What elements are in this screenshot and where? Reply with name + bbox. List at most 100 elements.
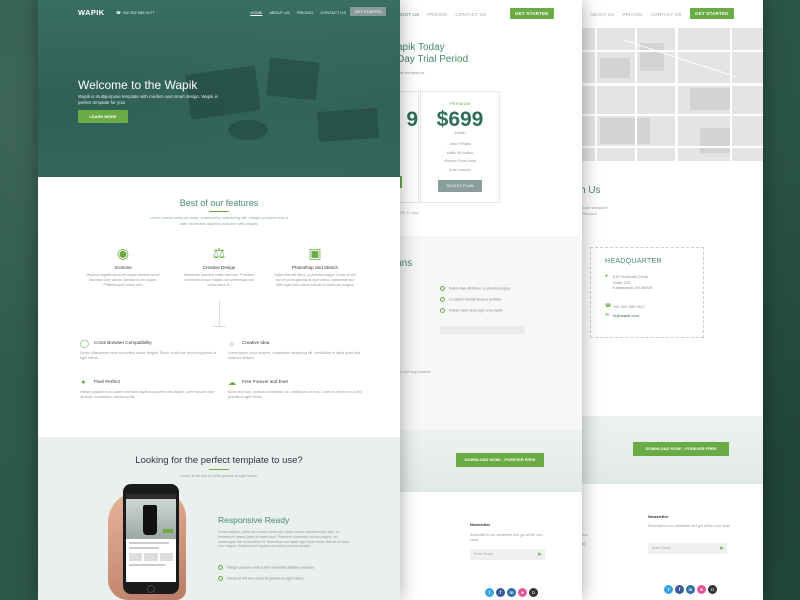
phone-icon: ☎ (605, 303, 612, 309)
plans-item-text: Nullam quis risus eget urna mollis (449, 308, 503, 313)
home-button (147, 585, 155, 593)
responsive-item-text: Donec id elit non mi porta gravida at eg… (227, 576, 305, 581)
logo[interactable]: WAPIK (78, 8, 105, 17)
contact-title: h Us (580, 185, 601, 196)
newsletter-text: Subscribe to our newsletter and get all … (648, 524, 730, 528)
magic-wand-icon: ✦ (80, 378, 87, 387)
download-button[interactable]: DOWNLOAD NOW! - FOREVER FREE (456, 453, 544, 467)
title-divider (209, 469, 229, 470)
hero-section: WAPIK ☎ +62 202 555 0177 HOME ABOUT US P… (38, 0, 400, 177)
check-circle-icon (218, 565, 223, 570)
email-placeholder: Enter Email (474, 552, 493, 556)
free-trial-note: REE 14 days (398, 211, 419, 215)
cloud-download-icon: ☁ (228, 378, 236, 387)
dribbble-icon[interactable]: ● (697, 585, 706, 594)
facebook-icon[interactable]: f (496, 588, 505, 597)
nav-link-contact[interactable]: CONTACT US (320, 10, 346, 15)
flask-icon: ⚖ (212, 245, 226, 261)
mail-icon: ✉ (605, 312, 610, 318)
check-circle-icon (440, 297, 445, 302)
twitter-icon[interactable]: t (485, 588, 494, 597)
responsive-text: Fusce dapibus, tellus ac cursus commodo,… (218, 530, 350, 549)
feature-desc: Morbi leo risus, porta ac consectetur ac… (228, 390, 362, 399)
divider (212, 326, 226, 327)
feature-desc: Lorem ipsum dolor sit amet, consectetur … (228, 351, 361, 360)
feature-column: ⚖ Creative Design Maecenas faucibus moll… (178, 246, 260, 287)
nav-link-about[interactable]: ABOUT US (269, 10, 289, 15)
title-divider (209, 211, 229, 212)
address-row: ● 610 Overlook Circle Suite 323 Kalamazo… (605, 273, 652, 291)
newsletter-title: Newsletter (648, 514, 669, 519)
send-icon[interactable]: ➤ (719, 545, 724, 552)
phone-mockup (123, 484, 179, 594)
get-started-button[interactable]: GET STARTED (510, 8, 554, 19)
get-started-button[interactable]: GET STARTED (690, 8, 734, 19)
nav-link-about[interactable]: ABOUT US (590, 12, 615, 17)
feature-name: Cross Browser Compatibility (94, 340, 152, 345)
responsive-title: Responsive Ready (218, 515, 290, 525)
nav-bar: US ABOUT US PRICING CONTACT US GET START… (380, 8, 582, 20)
cta-title: Looking for the perfect template to use? (135, 455, 303, 466)
select-plan-button[interactable]: SELECT PLAN (438, 180, 482, 193)
feature-name: Pixel Perfect (94, 379, 120, 384)
phone-number: ☎ +62 202 555 0177 (116, 10, 155, 15)
responsive-item: Donec id elit non mi porta gravida at eg… (218, 576, 304, 581)
nav-link-pricing[interactable]: PRICING (297, 10, 314, 15)
email-row: ✉ hi@wapik.com (605, 312, 639, 319)
pricing-title-line: Day Trial Period (397, 54, 469, 65)
dribbble-icon[interactable]: ● (518, 588, 527, 597)
instagram-icon[interactable]: ◘ (529, 588, 538, 597)
download-button[interactable]: DOWNLOAD NOW! - FOREVER FREE (633, 442, 729, 456)
twitter-icon[interactable]: t (664, 585, 673, 594)
send-icon[interactable]: ➤ (537, 551, 542, 558)
newsletter-title: Newsletter (470, 522, 491, 527)
plan-price: 9 (406, 108, 418, 131)
plans-item-text: Nulla vitae elit libero, a pharetra augu… (449, 286, 511, 291)
plans-input-field[interactable] (440, 326, 525, 334)
nav-link-contact[interactable]: CONTACT US (651, 12, 682, 17)
feature-name: Iconions (114, 265, 132, 270)
plans-item: Nulla vitae elit libero, a pharetra augu… (440, 286, 511, 291)
newsletter-email-input[interactable]: Enter Email ➤ (470, 549, 545, 560)
newsletter-email-input[interactable]: Enter Email ➤ (648, 543, 727, 554)
feature-column: ▣ Photoshop and Sketch Nulla vitae elit … (274, 246, 356, 287)
plan-label: PREMIUM (449, 101, 471, 106)
lightbulb-icon: ☼ (228, 339, 236, 348)
check-circle-icon (440, 286, 445, 291)
linkedin-icon[interactable]: in (686, 585, 695, 594)
feature-name: Creative Idea (242, 340, 270, 345)
plan-price: $699 (436, 108, 484, 131)
location-map[interactable] (580, 28, 763, 161)
headquarter-card: HEADQUARTER ● 610 Overlook Circle Suite … (590, 247, 704, 338)
divider (219, 300, 220, 327)
instagram-icon[interactable]: ◘ (708, 585, 717, 594)
learn-more-button[interactable]: LEARN MORE (78, 110, 128, 123)
contact-subtitle: ut our services? from you! (580, 205, 608, 217)
feature-desc: Vivamus sagittis lacus vel augue laoreet… (86, 273, 160, 287)
hero-subtitle: Wapik is multipurpose template with mode… (78, 94, 218, 105)
plans-item: Curabitur blandit tempus porttitor (440, 297, 501, 302)
facebook-icon[interactable]: f (675, 585, 684, 594)
plan-feature: Mollis Sit Nullam (446, 150, 474, 155)
linkedin-icon[interactable]: in (507, 588, 516, 597)
hero-title: Welcome to the Wapik (78, 78, 198, 92)
browser-window-icon: ▣ (308, 245, 322, 261)
headquarter-title: HEADQUARTER (605, 258, 662, 265)
features-subtitle: Lorem ipsum dolor sit amet, consectetur … (150, 215, 288, 226)
email-address[interactable]: hi@wapik.com (613, 313, 639, 319)
feature-name: Creative Design (202, 265, 236, 270)
get-started-button[interactable]: GET STARTED (350, 7, 386, 16)
nav-link-contact[interactable]: CONTACT US (455, 12, 486, 17)
pricing-page-preview: US ABOUT US PRICING CONTACT US GET START… (380, 0, 582, 600)
nav-link-pricing[interactable]: PRICING (623, 12, 643, 17)
address-line: 610 Overlook Circle (613, 274, 649, 279)
plan-feature: Cras Inceptos (448, 167, 472, 172)
feature-desc: Integer posuere erat a ante venenatis da… (80, 390, 215, 399)
nav-link-home[interactable]: HOME (250, 10, 262, 15)
feature-name: Free Forever and Ever (242, 379, 289, 384)
check-circle-icon (440, 308, 445, 313)
globe-icon: ◯ (80, 339, 89, 348)
home-page-preview: WAPIK ☎ +62 202 555 0177 HOME ABOUT US P… (38, 0, 400, 600)
social-links: t f in ● ◘ (485, 588, 538, 597)
nav-link-pricing[interactable]: PRICING (427, 12, 447, 17)
